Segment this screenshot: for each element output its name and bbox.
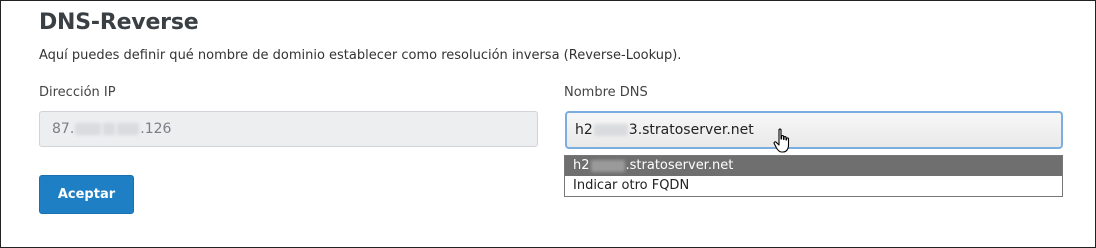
ip-value-prefix: 87. <box>52 121 75 137</box>
hand-pointer-icon <box>773 128 790 153</box>
redacted-segment <box>593 124 628 136</box>
dns-name-select[interactable]: h2 3.stratoserver.net <box>565 111 1063 149</box>
option-suffix: .stratoserver.net <box>625 158 734 173</box>
ip-address-label: Dirección IP <box>39 85 116 100</box>
dns-name-label: Nombre DNS <box>564 85 648 100</box>
redacted-segment <box>590 159 625 172</box>
ip-address-field: 87. .126 <box>39 111 538 147</box>
page-title: DNS-Reverse <box>39 10 199 35</box>
ip-value-suffix: .126 <box>140 121 172 137</box>
section-description: Aquí puedes definir qué nombre de domini… <box>39 48 682 63</box>
accept-button[interactable]: Aceptar <box>39 175 134 214</box>
dns-selected-prefix: h2 <box>575 122 593 138</box>
dns-selected-suffix: 3.stratoserver.net <box>628 122 754 138</box>
option-prefix: h2 <box>573 158 590 173</box>
redacted-segment <box>103 123 116 135</box>
dns-options-dropdown: h2 .stratoserver.net Indicar otro FQDN <box>564 155 1063 197</box>
dns-reverse-panel: DNS-Reverse Aquí puedes definir qué nomb… <box>0 0 1096 248</box>
dropdown-option-server[interactable]: h2 .stratoserver.net <box>565 156 1062 176</box>
redacted-segment <box>75 123 102 135</box>
redacted-segment <box>117 123 140 135</box>
dropdown-option-custom-fqdn[interactable]: Indicar otro FQDN <box>565 176 1062 196</box>
